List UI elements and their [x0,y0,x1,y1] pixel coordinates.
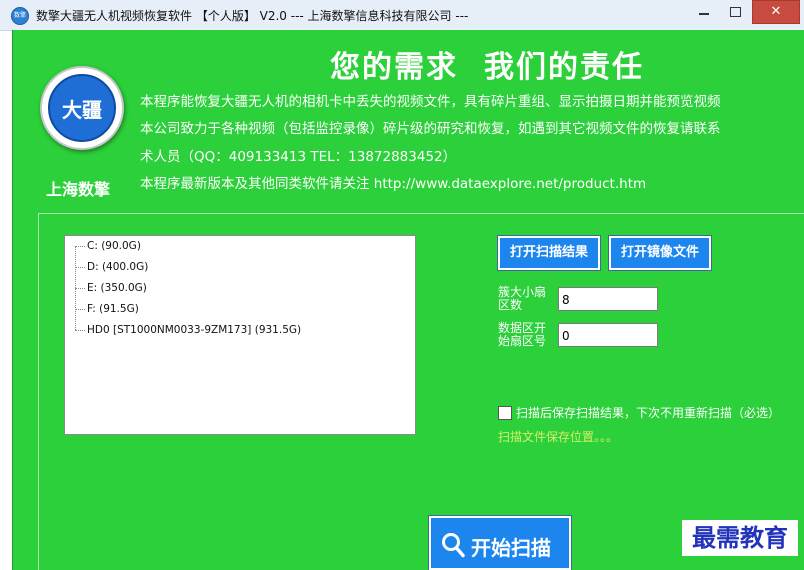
slogan-part2: 我们的责任 [484,50,644,85]
cluster-sectors-label: 簇大小扇区数 [498,285,547,312]
search-icon [442,533,465,558]
tree-item-label: C: (90.0G) [87,240,141,252]
cluster-sectors-input[interactable]: 8 [558,287,658,311]
tree-item-label: D: (400.0G) [87,261,149,273]
save-after-scan-label: 扫描后保存扫描结果，下次不用重新扫描（必选） [516,406,781,420]
minimize-icon [699,13,709,15]
app-icon[interactable]: 数擎 [11,7,29,25]
close-button[interactable]: ✕ [752,0,800,24]
section-divider [38,213,804,214]
tree-item-drive-e[interactable]: E: (350.0G) [75,280,147,296]
tree-item-label: F: (91.5G) [87,303,139,315]
data-start-sector-input[interactable]: 0 [558,323,658,347]
slogan-part1: 您的需求 [330,50,458,85]
open-image-file-button[interactable]: 打开镜像文件 [608,235,712,271]
tree-item-drive-c[interactable]: C: (90.0G) [75,238,141,254]
watermark: 最需教育 [682,520,798,556]
window-title: 数擎大疆无人机视频恢复软件 【个人版】 V2.0 --- 上海数擎信息科技有限公… [36,9,469,23]
title-bar: 数擎 数擎大疆无人机视频恢复软件 【个人版】 V2.0 --- 上海数擎信息科技… [0,0,804,31]
tree-item-drive-d[interactable]: D: (400.0G) [75,259,148,275]
tree-item-label: E: (350.0G) [87,282,147,294]
minimize-button[interactable] [688,2,718,22]
tree-item-hd0[interactable]: HD0 [ST1000NM0033-9ZM173] (931.5G) [75,322,301,338]
maximize-button[interactable] [720,2,750,22]
section-divider-left [38,213,39,570]
save-location-link[interactable]: 扫描文件保存位置。。。 [498,428,618,445]
company-logo: 大疆 [40,66,124,150]
start-scan-button[interactable]: 开始扫描 [428,515,572,570]
logo-text: 大疆 [48,74,116,142]
company-name: 上海数擎 [46,180,111,199]
tree-item-label: HD0 [ST1000NM0033-9ZM173] (931.5G) [87,324,302,336]
drive-tree[interactable]: C: (90.0G) D: (400.0G) E: (350.0G) F: (9… [64,235,416,435]
data-start-sector-label: 数据区开始扇区号 [498,321,547,348]
tree-item-drive-f[interactable]: F: (91.5G) [75,301,139,317]
maximize-icon [730,7,741,17]
intro-line-3: 术人员（QQ：409133413 TEL：13872883452） [140,149,457,165]
intro-line-4: 本程序最新版本及其他同类软件请关注 http://www.dataexplore… [140,176,647,192]
slogan: 您的需求 我们的责任 [330,42,644,86]
save-after-scan-checkbox[interactable] [498,406,512,420]
intro-line-2: 本公司致力于各种视频（包括监控录像）碎片级的研究和恢复，如遇到其它视频文件的恢复… [140,121,721,137]
start-scan-label: 开始扫描 [471,536,551,560]
intro-line-1: 本程序能恢复大疆无人机的相机卡中丢失的视频文件，具有碎片重组、显示拍摄日期并能预… [140,94,721,110]
open-scan-result-button[interactable]: 打开扫描结果 [497,235,601,271]
